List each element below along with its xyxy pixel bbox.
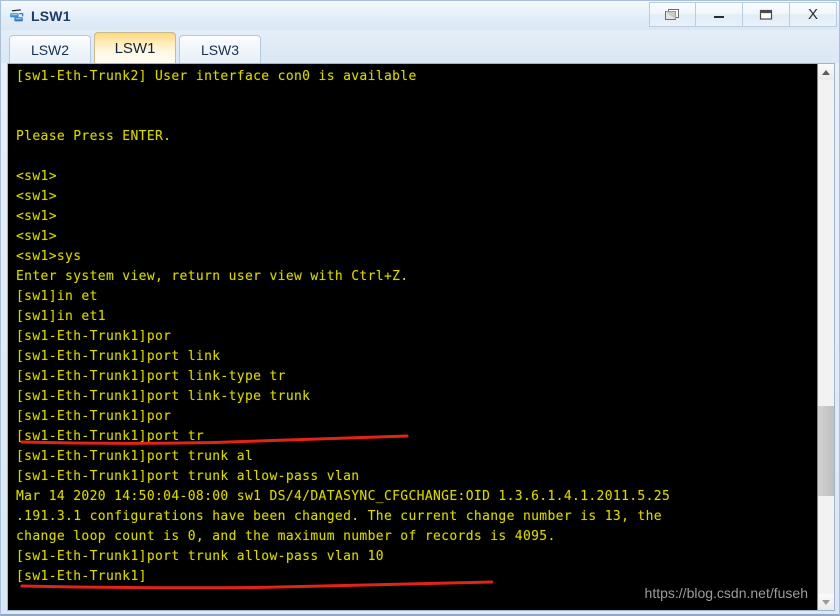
tab-label: LSW3 (200, 41, 240, 58)
minimize-button[interactable] (696, 2, 743, 27)
scrollbar-down-button[interactable] (818, 594, 834, 610)
tab-lsw1[interactable]: LSW1 (94, 32, 176, 63)
chevron-up-icon (822, 69, 830, 75)
window-title: LSW1 (31, 7, 71, 24)
scrollbar-thumb[interactable] (818, 406, 834, 497)
tab-label: LSW1 (114, 39, 156, 57)
terminal-console[interactable]: [sw1-Eth-Trunk2] User interface con0 is … (8, 64, 817, 610)
tab-bar: LSW2 LSW1 LSW3 (1, 30, 839, 63)
tab-label: LSW2 (30, 41, 70, 58)
switch-device-icon (8, 7, 26, 25)
tab-lsw2[interactable]: LSW2 (9, 35, 91, 63)
tab-lsw3[interactable]: LSW3 (179, 35, 261, 63)
restore-button[interactable] (649, 2, 696, 27)
chevron-down-icon (822, 599, 830, 605)
close-button[interactable]: X (790, 2, 837, 27)
watermark-url: https://blog.csdn.net/fuseh (644, 585, 808, 601)
terminal-output: [sw1-Eth-Trunk2] User interface con0 is … (16, 69, 671, 584)
terminal-scrollbar[interactable] (817, 64, 834, 610)
close-icon: X (807, 6, 818, 23)
window-controls: X (649, 2, 837, 28)
title-bar-left: LSW1 (1, 1, 71, 30)
maximize-button[interactable] (743, 2, 790, 27)
terminal-area: [sw1-Eth-Trunk2] User interface con0 is … (7, 63, 835, 611)
scrollbar-up-button[interactable] (818, 64, 834, 80)
title-bar: LSW1 X (1, 1, 839, 31)
terminal-window: LSW1 X LSW2 LSW1 LSW3 [sw1-Eth-Trunk2] U… (0, 0, 840, 616)
